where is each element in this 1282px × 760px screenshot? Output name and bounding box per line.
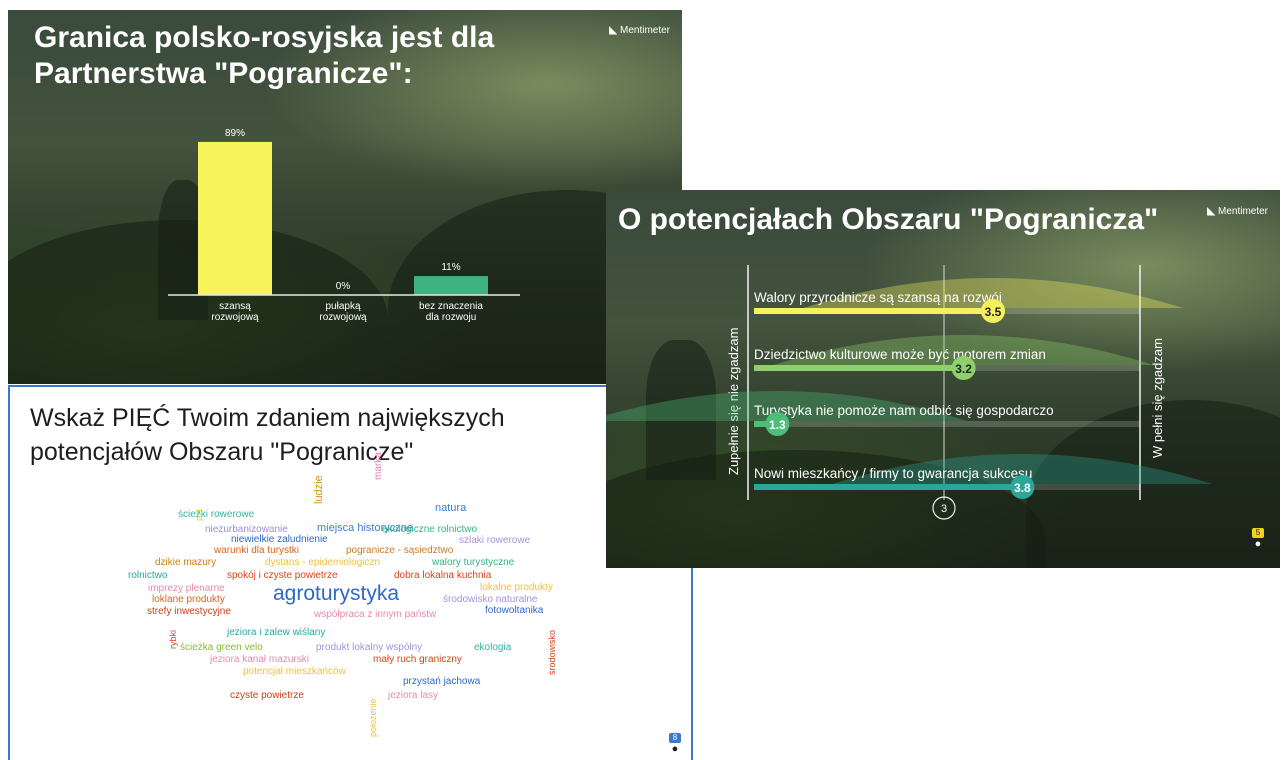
slide-title: Granica polsko-rosyjska jest dla Partner… xyxy=(34,21,495,90)
word-cloud-word: jeziora lasy xyxy=(388,690,439,701)
slide-title: Wskaż PIĘĆ Twoim zdaniem największych po… xyxy=(30,404,505,466)
word-cloud-word: pzł xyxy=(194,509,204,521)
brand-name: Mentimeter xyxy=(619,25,670,36)
word-cloud-word: fotowoltanika xyxy=(485,605,544,616)
scale-bar xyxy=(754,484,1023,490)
category-label: rozwojową xyxy=(211,312,259,323)
participants-badge: 8 ● xyxy=(669,733,681,755)
person-icon: ● xyxy=(1254,538,1262,550)
slide-bar-chart: 89% szansą rozwojową 0% pułapką rozwojową 11% b… xyxy=(8,10,682,384)
slide-scale-chart: 3 Zupełnie się nie zgadzam W pełni się zga… xyxy=(606,190,1280,568)
word-cloud-word: potencjał mieszkańców xyxy=(243,666,346,677)
word-cloud-word: warunki dla turystki xyxy=(214,545,300,556)
mean-value-label: 1.3 xyxy=(769,418,786,432)
word-cloud-word: szlaki rowerowe xyxy=(459,535,531,546)
slide-title: O potencjałach Obszaru "Pogranicza" xyxy=(618,203,1159,236)
bar xyxy=(198,141,272,295)
mean-value-label: 3.5 xyxy=(985,305,1002,319)
mentimeter-logo-icon: ◣ xyxy=(609,25,617,36)
word-cloud-word: dobra lokalna kuchnia xyxy=(394,570,492,581)
category-label: dla rozwoju xyxy=(426,312,477,323)
word-cloud-word: jeziora kanał mazurski xyxy=(210,654,309,665)
category-label: pułapką xyxy=(325,301,360,312)
statement-label: Nowi mieszkańcy / firmy to gwarancja suk… xyxy=(754,466,1032,481)
scale-bar xyxy=(754,308,993,314)
scale-chart: 3Zupełnie się nie zgadzam W pełni się zga… xyxy=(606,265,1213,520)
word-cloud-word: rolnictwo xyxy=(128,570,168,581)
participants-badge: 5 ● xyxy=(1252,528,1264,550)
word-cloud-word: lokalne produkty xyxy=(480,582,553,593)
word-cloud-word: natura xyxy=(435,502,467,514)
word-cloud-word: czyste powietrze xyxy=(230,690,304,701)
participant-count: 8 xyxy=(669,733,681,743)
word-cloud-word: imprezy plenarne xyxy=(148,583,225,594)
word-cloud-word: mały ruch graniczny xyxy=(373,654,462,665)
word-cloud-word: środowisko naturalne xyxy=(443,594,538,605)
mentimeter-logo-icon: ◣ xyxy=(1207,206,1215,217)
word-cloud-word: rybki xyxy=(168,629,178,649)
word-cloud-word: loklane produkty xyxy=(152,594,225,605)
mean-value-label: 3.2 xyxy=(955,362,972,376)
scale-track xyxy=(754,421,1140,427)
bar-value-label: 89% xyxy=(225,128,245,139)
mentimeter-brand: ◣ Mentimeter xyxy=(609,25,670,36)
slide-word-cloud: Wskaż PIĘĆ Twoim zdaniem największych po… xyxy=(8,385,693,760)
statement-label: Turystyka nie pomoże nam odbić się gospo… xyxy=(754,403,1054,418)
midpoint-label: 3 xyxy=(941,503,947,515)
category-label: szansą xyxy=(219,301,251,312)
word-cloud-word: ludzie xyxy=(313,475,325,504)
statement-label: Dziedzictwo kulturowe może być motorem z… xyxy=(754,347,1046,362)
scale-bar xyxy=(754,365,964,371)
word-cloud-word: współpraca z innym państw xyxy=(314,609,437,620)
word-cloud-word: produkt lokalny wspólny xyxy=(316,642,423,653)
category-label: bez znaczenia xyxy=(419,301,483,312)
word-cloud-word: walory turystyczne xyxy=(432,557,515,568)
word-cloud-word: agroturystyka xyxy=(273,582,400,605)
bar-value-label: 0% xyxy=(336,281,351,292)
category-label: rozwojową xyxy=(319,312,367,323)
word-cloud-word: dystans - epidemiologiczn xyxy=(265,557,381,568)
word-cloud-word: położenie xyxy=(368,698,378,737)
word-cloud-word: jeziora i zalew wiślany xyxy=(227,627,326,638)
person-icon: ● xyxy=(671,743,679,755)
word-cloud-word: ekologia xyxy=(474,642,512,653)
word-cloud-word: ścieżka green velo xyxy=(180,642,263,653)
statement-label: Walory przyrodnicze są szansą na rozwój xyxy=(754,290,1002,305)
word-cloud-word: strefy inwestycyjne xyxy=(147,606,231,617)
word-cloud-word: spokój i czyste powietrze xyxy=(227,570,338,581)
word-cloud-word: ekologiczne rolnictwo xyxy=(382,524,478,535)
word-cloud-word: przystań jachowa xyxy=(403,676,481,687)
scale-right-label: W pełni się zgadzam xyxy=(1150,338,1165,458)
bar-value-label: 11% xyxy=(441,262,460,273)
mean-value-label: 3.8 xyxy=(1014,481,1031,495)
word-cloud-word: środowisko xyxy=(547,629,557,675)
brand-name: Mentimeter xyxy=(1217,206,1268,217)
participant-count: 5 xyxy=(1252,528,1264,538)
word-cloud-word: pogranicze - sąsiedztwo xyxy=(346,545,454,556)
bar xyxy=(414,276,488,295)
word-cloud-word: marka xyxy=(373,452,384,480)
word-cloud-word: ścieżki rowerowe xyxy=(178,509,255,520)
mentimeter-brand: ◣ Mentimeter xyxy=(1207,206,1268,217)
word-cloud-word: niewielkie zaludnienie xyxy=(231,534,328,545)
word-cloud-word: dzikie mazury xyxy=(155,557,217,568)
